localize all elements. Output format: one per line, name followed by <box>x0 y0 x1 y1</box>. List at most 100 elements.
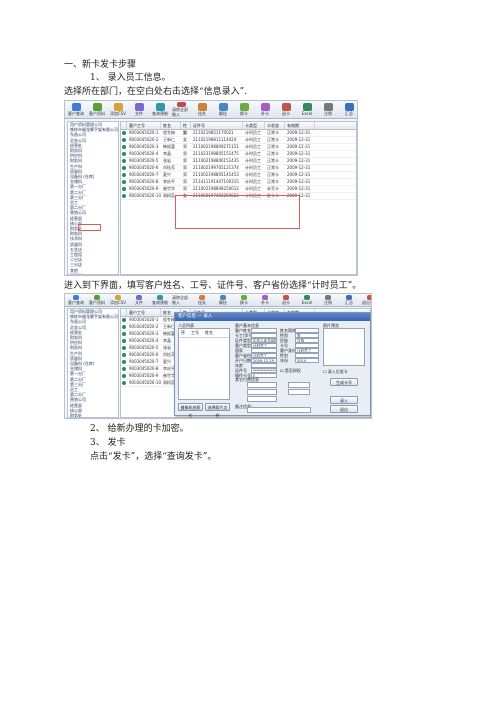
toolbar-button-12[interactable]: 注销 <box>319 295 337 305</box>
field-input[interactable]: 2014 <box>295 358 319 363</box>
heading: 一、新卡发卡步骤 <box>64 60 137 70</box>
toolbar-button-2[interactable]: 添加CSV <box>109 295 127 305</box>
table-cell: 男 <box>183 144 187 149</box>
toolbar-button-10[interactable]: 退卡 <box>277 295 295 305</box>
table-cell: 正常卡 <box>267 158 279 163</box>
toolbar-button-6[interactable]: 挂失 <box>193 295 211 305</box>
grid-column-header[interactable]: 性别 <box>181 122 191 135</box>
cancel-button[interactable]: 退出 <box>330 405 358 413</box>
toolbar-button-13[interactable]: 汇总 <box>340 102 357 117</box>
toolbar-button-8[interactable]: 换卡 <box>235 295 253 305</box>
table-cell: 9003045020-6 <box>129 352 159 357</box>
toolbar-button-5[interactable]: 清除全部制入 <box>172 295 190 305</box>
toolbar-button-14[interactable]: 退出系统 <box>361 295 371 305</box>
toolbar-button-3[interactable]: 文件 <box>130 102 148 117</box>
toolbar-button-4[interactable]: 查询预制 <box>151 102 169 117</box>
toolbar-label: Excel <box>301 111 313 116</box>
toolbar-icon <box>92 103 102 111</box>
table-row[interactable]: 9003045020-8 李庆平 男 211411191407100315 计时员工 正常… <box>121 179 356 186</box>
user-icon <box>122 173 126 177</box>
table-row[interactable]: 9003045020-4 李晶 男 211023198805151475 计时员工 正常卡… <box>121 151 356 158</box>
other-field-2[interactable] <box>247 389 277 395</box>
toolbar-label: 查询预制 <box>152 300 168 305</box>
other-field-3[interactable] <box>247 396 277 402</box>
toolbar-label: 注销 <box>324 111 332 116</box>
toolbar-button-7[interactable]: 解挂 <box>214 102 232 117</box>
toolbar-button-2[interactable]: 添加CSV <box>109 102 127 117</box>
table-cell: 9003045020-9 <box>129 186 159 191</box>
table-cell: 计时员工 <box>245 179 261 184</box>
table-cell: 王新仁 <box>163 137 175 142</box>
grid-column-header[interactable]: 卡状态 <box>265 122 285 129</box>
toolbar-button-3[interactable]: 文件 <box>130 295 148 305</box>
table-cell: 2110219851170021 <box>193 130 234 135</box>
toolbar-button-1[interactable]: 客户资料 <box>88 295 106 305</box>
camera-photo-button[interactable]: 摄像机拍照片 <box>178 403 203 418</box>
other-field-5[interactable] <box>288 389 310 395</box>
remarks-field[interactable] <box>247 407 311 413</box>
table-cell: 正常卡 <box>267 144 279 149</box>
toolbar-label: 添加CSV <box>109 300 127 305</box>
table-row[interactable]: 9003045020-3 韩振富 男 211002198809271151 计时员工 正常… <box>121 144 356 151</box>
grid-column-header[interactable]: 证件号 <box>191 122 243 129</box>
toolbar-button-12[interactable]: 注销 <box>319 102 337 117</box>
tree-node[interactable]: 保卫科 <box>68 273 118 274</box>
table-cell: 211002198809271151 <box>193 144 239 149</box>
toolbar-label: 汇总 <box>345 300 353 305</box>
table-cell: 9003045020-6 <box>129 165 159 170</box>
person-list[interactable]: 序 工号 姓名 <box>178 328 230 400</box>
table-row[interactable]: 9003045020-7 夏兴 男 211002198805141453 计时员工 正常卡… <box>121 172 356 179</box>
ok-button[interactable]: 录入 <box>330 396 358 404</box>
table-cell: 2110219881111402X <box>193 137 237 142</box>
toolbar-button-4[interactable]: 查询预制 <box>151 295 169 305</box>
table-cell: 程冬梅 <box>163 130 175 135</box>
user-icon <box>122 353 126 357</box>
grid-column-header[interactable]: 客户工号 <box>127 122 161 129</box>
toolbar-button-11[interactable]: Excel <box>298 102 316 117</box>
table-cell: 9003045020-10 <box>129 380 161 385</box>
table-row[interactable]: 9003045020-5 张岩 男 211002198806151435 计时员工 正常卡… <box>121 158 356 165</box>
table-cell: 9003045020-5 <box>129 158 159 163</box>
grid-column-header[interactable]: 客户工号 <box>127 309 161 316</box>
toolbar-button-9[interactable]: 补卡 <box>256 295 274 305</box>
toolbar-button-5[interactable]: 清除全部制入 <box>172 102 190 117</box>
select-photo-button[interactable]: 选择照片文件 <box>205 403 230 418</box>
toolbar-button-6[interactable]: 挂失 <box>193 102 211 117</box>
table-cell: 张岩 <box>163 158 171 163</box>
grid-column-header[interactable]: 有效期 <box>285 122 315 129</box>
table-row[interactable]: 9003045020-6 肖桂芳 男 211002199705121374 计时员工 正常… <box>121 165 356 172</box>
generate-card-button[interactable]: 生成卡号 <box>330 378 358 386</box>
table-cell: 男 <box>183 172 187 177</box>
toolbar-icon <box>281 103 291 111</box>
table-row[interactable]: 9003045020-2 王新仁 女 2110219881111402X 计时员工 正常卡… <box>121 137 356 144</box>
other-field-4[interactable] <box>288 382 310 388</box>
photo-preview <box>323 328 365 366</box>
step1-desc: 选择所在部门，在空白处右击选择“信息录入”. <box>64 87 248 97</box>
toolbar-button-0[interactable]: 客户查询 <box>67 295 85 305</box>
user-icon <box>122 180 126 184</box>
step1-after: 进入到下界面，填写客户姓名、工号、证件号、客户省份选择“计时员工”。 <box>64 281 362 291</box>
user-icon <box>122 381 126 385</box>
toolbar-button-10[interactable]: 退卡 <box>277 102 295 117</box>
table-row[interactable]: 9003045020-1 程冬梅 女 2110219851170021 计时员工 正常卡 2… <box>121 130 356 137</box>
table-cell: 男 <box>183 179 187 184</box>
grid-column-header[interactable]: 卡类型 <box>243 122 265 129</box>
toolbar-button-0[interactable]: 客户查询 <box>67 102 85 117</box>
toolbar-button-1[interactable]: 客户资料 <box>88 102 106 117</box>
grid-header: 客户工号姓名性别证件号卡类型卡状态有效期 <box>121 122 356 135</box>
issue-after-entry-label[interactable]: ☐ 录入后发卡 <box>323 369 348 375</box>
authorize-checkbox[interactable]: ☑ 是否授权 <box>280 368 301 374</box>
toolbar-button-9[interactable]: 补卡 <box>256 102 274 117</box>
table-cell: 9003045020-7 <box>129 172 159 177</box>
other-field-1[interactable] <box>247 382 277 388</box>
user-icon <box>122 194 126 198</box>
table-row[interactable]: 9003045020-9 崔世华 男 211002198808250012 计时员工 未写… <box>121 186 356 193</box>
toolbar-button-13[interactable]: 汇总 <box>340 295 358 305</box>
tree-node[interactable]: 财务处 <box>68 413 118 417</box>
user-icon <box>122 166 126 170</box>
toolbar-button-7[interactable]: 解挂 <box>214 295 232 305</box>
grid-column-header[interactable]: 姓名 <box>161 122 181 129</box>
toolbar-button-8[interactable]: 换卡 <box>235 102 253 117</box>
toolbar-button-11[interactable]: Excel <box>298 295 316 305</box>
table-cell: 计时员工 <box>245 165 261 170</box>
